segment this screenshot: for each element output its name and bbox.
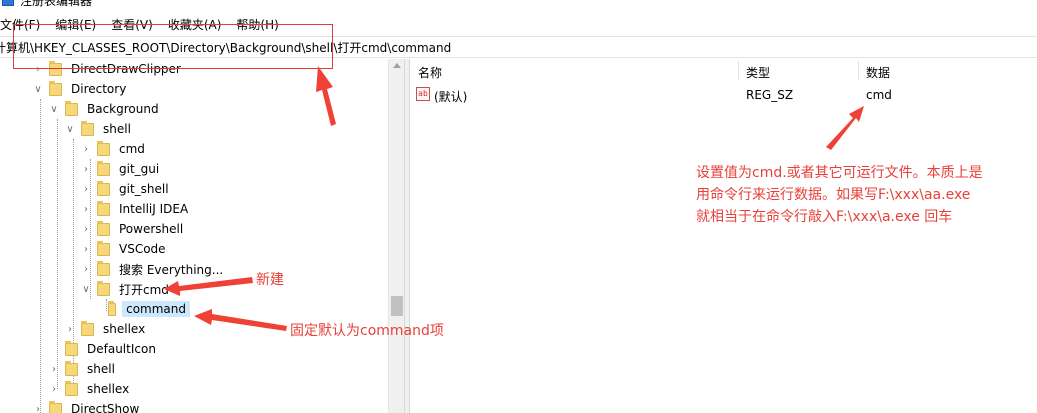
chevron-down-icon[interactable]: ∨: [81, 279, 91, 299]
folder-icon: [81, 320, 94, 336]
tree-item-label: shellex: [103, 322, 146, 336]
folder-icon: [49, 400, 62, 413]
tree-item-shellex-inner[interactable]: › shellex: [65, 319, 148, 339]
regedit-icon: [2, 0, 14, 6]
tree-item-shell-outer[interactable]: › shell: [49, 359, 118, 379]
tree-item-label: Directory: [71, 82, 127, 96]
chevron-down-icon[interactable]: ∨: [65, 119, 75, 139]
chevron-down-icon[interactable]: ∨: [33, 79, 43, 99]
tree-item-shell[interactable]: ∨ shell: [65, 119, 134, 139]
chevron-down-icon[interactable]: ∨: [49, 99, 59, 119]
chevron-right-icon[interactable]: ›: [65, 319, 75, 339]
folder-icon: [81, 120, 94, 136]
tree-item-label: VSCode: [119, 242, 166, 256]
folder-icon: [97, 260, 110, 276]
ab-string-icon: ab: [416, 87, 430, 101]
tree-pane: › DirectDrawClipper ∨ Directory ∨ Backgr…: [0, 59, 404, 413]
folder-icon: [65, 380, 78, 396]
tree-item-label: git_shell: [119, 182, 169, 196]
chevron-right-icon[interactable]: ›: [81, 219, 91, 239]
column-divider[interactable]: [738, 61, 739, 81]
tree-item-label: git_gui: [119, 162, 160, 176]
tree-item-label: 打开cmd: [119, 282, 169, 297]
tree-item-command[interactable]: command: [97, 299, 190, 319]
value-data: cmd: [866, 88, 892, 102]
column-type[interactable]: 类型: [746, 64, 770, 81]
folder-icon: [65, 100, 78, 116]
chevron-right-icon[interactable]: ›: [33, 399, 43, 413]
folder-icon: [97, 240, 110, 256]
tree-item-label: Background: [87, 102, 159, 116]
value-type: REG_SZ: [746, 88, 794, 102]
tree-item-label: DirectShow: [71, 402, 140, 413]
list-header: 名称 类型 数据: [410, 59, 1037, 83]
chevron-right-icon[interactable]: ›: [81, 159, 91, 179]
folder-icon: [65, 360, 78, 376]
tree-scrollbar[interactable]: [388, 59, 404, 413]
chevron-right-icon[interactable]: ›: [49, 379, 59, 399]
annotation-default-command: 固定默认为command项: [290, 323, 444, 339]
chevron-right-icon[interactable]: ›: [81, 139, 91, 159]
tree-item-vscode[interactable]: › VSCode: [81, 239, 169, 259]
tree-item-label: DefaultIcon: [87, 342, 156, 356]
folder-icon: [49, 80, 62, 96]
annotation-box: [13, 24, 333, 69]
chevron-right-icon[interactable]: ›: [81, 239, 91, 259]
annotation-new: 新建: [256, 272, 284, 288]
tree-item-background[interactable]: ∨ Background: [49, 99, 162, 119]
tree-item-directshow[interactable]: › DirectShow: [33, 399, 142, 413]
value-row[interactable]: ab (默认) REG_SZ cmd: [410, 85, 1037, 105]
chevron-right-icon[interactable]: ›: [81, 259, 91, 279]
tree-item-intellij[interactable]: › IntelliJ IDEA: [81, 199, 191, 219]
tree-item-defaulticon[interactable]: DefaultIcon: [49, 339, 159, 359]
folder-icon: [97, 160, 110, 176]
tree-item-directory[interactable]: ∨ Directory: [33, 79, 129, 99]
value-name: (默认): [434, 90, 468, 104]
chevron-right-icon[interactable]: ›: [81, 179, 91, 199]
window-title: 注册表编辑器: [20, 0, 93, 8]
tree-item-git-gui[interactable]: › git_gui: [81, 159, 162, 179]
tree-item-label: shell: [103, 122, 131, 136]
tree-item-cmd[interactable]: › cmd: [81, 139, 148, 159]
tree-item-label: cmd: [119, 142, 145, 156]
scroll-up-icon[interactable]: [393, 63, 401, 68]
annotation-note-line-3: 就相当于在命令行敲入F:\xxx\a.exe 回车: [696, 209, 953, 225]
value-list-pane: 名称 类型 数据 ab (默认) REG_SZ cmd: [410, 59, 1037, 413]
tree-item-label: command: [122, 301, 190, 317]
tree-item-shellex-outer[interactable]: › shellex: [49, 379, 132, 399]
folder-icon: [108, 300, 117, 316]
tree-item-label: 搜索 Everything...: [119, 262, 224, 277]
chevron-right-icon[interactable]: ›: [49, 359, 59, 379]
tree-item-label: shellex: [87, 382, 130, 396]
tree-item-label: Powershell: [119, 222, 184, 236]
folder-icon: [97, 180, 110, 196]
tree-item-powershell[interactable]: › Powershell: [81, 219, 186, 239]
folder-icon: [97, 200, 110, 216]
folder-icon: [97, 220, 110, 236]
tree-item-git-shell[interactable]: › git_shell: [81, 179, 172, 199]
title-bar: 注册表编辑器: [0, 0, 1037, 12]
column-data[interactable]: 数据: [866, 64, 890, 81]
tree-item-open-cmd[interactable]: ∨ 打开cmd: [81, 279, 172, 299]
scroll-thumb[interactable]: [391, 296, 403, 316]
annotation-note-line-2: 用命令行来运行数据。如果写F:\xxx\aa.exe: [696, 187, 971, 203]
tree-item-search-everything[interactable]: › 搜索 Everything...: [81, 259, 226, 279]
tree-item-label: IntelliJ IDEA: [119, 202, 189, 216]
column-name[interactable]: 名称: [418, 64, 442, 81]
folder-icon: [65, 340, 78, 356]
folder-icon: [97, 280, 110, 296]
folder-icon: [97, 140, 110, 156]
column-divider[interactable]: [858, 61, 859, 81]
chevron-right-icon[interactable]: ›: [81, 199, 91, 219]
tree-item-label: shell: [87, 362, 115, 376]
annotation-note-line-1: 设置值为cmd.或者其它可运行文件。本质上是: [696, 165, 983, 181]
